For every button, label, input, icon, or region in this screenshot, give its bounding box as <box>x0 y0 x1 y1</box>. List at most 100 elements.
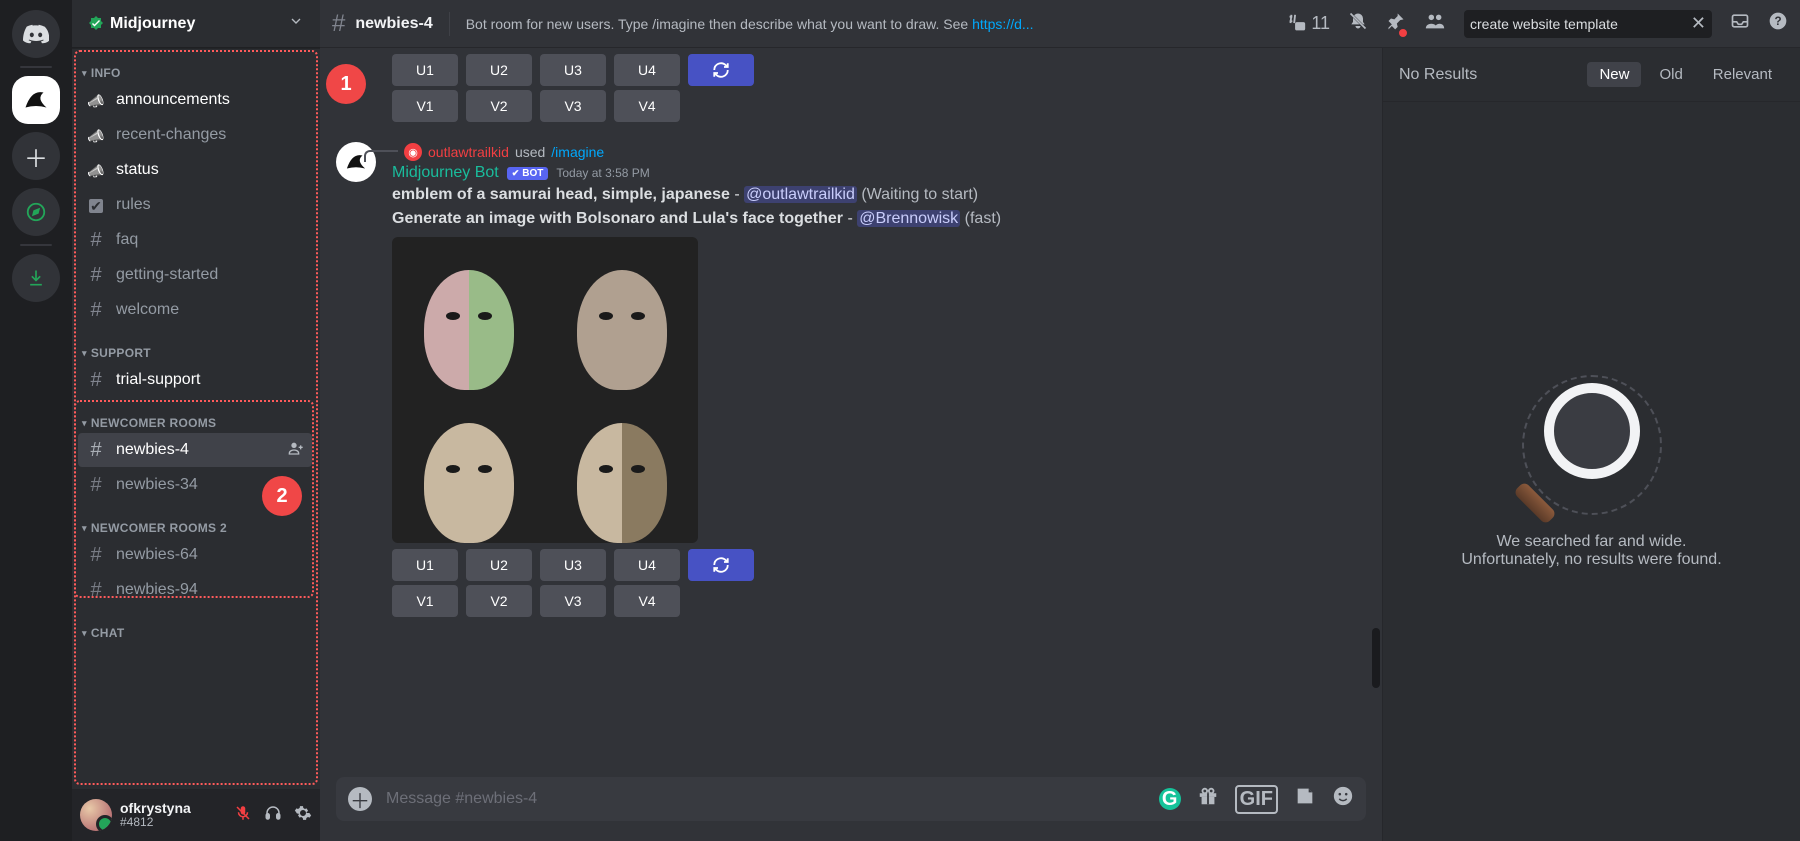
hash-limited-icon <box>86 474 106 497</box>
reroll-button[interactable] <box>688 54 754 86</box>
channel-status[interactable]: status <box>78 153 312 187</box>
server-rail: ＋ <box>0 0 72 841</box>
server-name-label: Midjourney <box>110 15 195 33</box>
channel-getting-started[interactable]: getting-started <box>78 258 312 292</box>
hash-limited-icon <box>86 439 106 462</box>
mute-mic-button[interactable] <box>234 804 252 827</box>
attach-button[interactable]: ＋ <box>348 787 372 811</box>
upscale-u4-button[interactable]: U4 <box>614 54 680 86</box>
clear-search-button[interactable]: ✕ <box>1691 13 1706 34</box>
channel-top-bar: # newbies-4 Bot room for new users. Type… <box>320 0 1800 48</box>
hash-icon <box>86 264 106 287</box>
channel-topic[interactable]: Bot room for new users. Type /imagine th… <box>466 16 1276 32</box>
upscale-u1-button[interactable]: U1 <box>392 549 458 581</box>
generated-image-grid[interactable] <box>392 237 698 543</box>
channel-newbies-4[interactable]: newbies-4 <box>78 433 312 467</box>
variation-v2-button[interactable]: V2 <box>466 90 532 122</box>
channel-recent-changes[interactable]: recent-changes <box>78 118 312 152</box>
server-header-button[interactable]: Midjourney <box>72 0 320 48</box>
megaphone-icon <box>86 89 106 112</box>
category-support[interactable]: ▾SUPPORT <box>74 328 316 362</box>
add-server-button[interactable]: ＋ <box>12 132 60 180</box>
discord-home-button[interactable] <box>12 10 60 58</box>
variation-v4-button[interactable]: V4 <box>614 585 680 617</box>
channel-newbies-94[interactable]: newbies-94 <box>78 573 312 607</box>
variation-v3-button[interactable]: V3 <box>540 585 606 617</box>
mention-user[interactable]: @Brennowisk <box>857 210 960 227</box>
self-avatar[interactable] <box>80 799 112 831</box>
search-tab-new[interactable]: New <box>1587 62 1641 87</box>
hash-icon <box>86 229 106 252</box>
channel-trial-support[interactable]: trial-support <box>78 363 312 397</box>
category-newcomer-rooms[interactable]: ▾NEWCOMER ROOMS <box>74 398 316 432</box>
channel-announcements[interactable]: announcements <box>78 83 312 117</box>
channel-title: newbies-4 <box>355 15 432 33</box>
annotation-badge-1: 1 <box>326 64 366 104</box>
search-results-count: No Results <box>1399 66 1577 84</box>
hash-icon <box>86 299 106 322</box>
bot-tag: BOT <box>507 167 549 180</box>
scrollbar-thumb[interactable] <box>1372 628 1380 688</box>
server-midjourney-button[interactable] <box>12 76 60 124</box>
search-input[interactable] <box>1470 16 1691 32</box>
search-input-container: ✕ <box>1464 10 1712 38</box>
explore-servers-button[interactable] <box>12 188 60 236</box>
channel-rules[interactable]: rules <box>78 188 312 222</box>
hash-limited-icon <box>86 579 106 602</box>
create-invite-icon[interactable] <box>288 440 304 461</box>
upscale-u2-button[interactable]: U2 <box>466 54 532 86</box>
upscale-u2-button[interactable]: U2 <box>466 549 532 581</box>
variation-v1-button[interactable]: V1 <box>392 90 458 122</box>
category-info[interactable]: ▾INFO <box>74 48 316 82</box>
upscale-u3-button[interactable]: U3 <box>540 54 606 86</box>
upscale-u4-button[interactable]: U4 <box>614 549 680 581</box>
sticker-button[interactable] <box>1294 785 1316 813</box>
hash-icon <box>86 369 106 392</box>
help-button[interactable]: ? <box>1768 11 1788 36</box>
message-input[interactable] <box>386 790 1145 808</box>
variation-v2-button[interactable]: V2 <box>466 585 532 617</box>
upscale-u1-button[interactable]: U1 <box>392 54 458 86</box>
reroll-button[interactable] <box>688 549 754 581</box>
gift-button[interactable] <box>1197 785 1219 813</box>
svg-text:?: ? <box>1774 15 1781 28</box>
reply-reference[interactable]: ◉ outlawtrailkid used /imagine <box>364 142 1366 162</box>
gif-button[interactable]: GIF <box>1235 785 1278 814</box>
mention-user[interactable]: @outlawtrailkid <box>744 186 857 203</box>
self-tag: #4812 <box>120 816 226 829</box>
upscale-u3-button[interactable]: U3 <box>540 549 606 581</box>
channel-welcome[interactable]: welcome <box>78 293 312 327</box>
search-tab-relevant[interactable]: Relevant <box>1701 62 1784 87</box>
empty-text-2: Unfortunately, no results were found. <box>1461 551 1721 569</box>
download-apps-button[interactable] <box>12 254 60 302</box>
channel-newbies-64[interactable]: newbies-64 <box>78 538 312 572</box>
message-line-2: Generate an image with Bolsonaro and Lul… <box>392 208 1366 230</box>
rules-icon <box>86 194 106 217</box>
hash-icon: # <box>332 10 345 38</box>
pinned-messages-button[interactable] <box>1386 11 1406 36</box>
author-name[interactable]: Midjourney Bot <box>392 164 499 182</box>
search-tab-old[interactable]: Old <box>1647 62 1694 87</box>
variation-v3-button[interactable]: V3 <box>540 90 606 122</box>
deafen-button[interactable] <box>264 804 282 827</box>
threads-button[interactable]: 11 <box>1285 13 1330 35</box>
variation-v4-button[interactable]: V4 <box>614 90 680 122</box>
message-line-1: emblem of a samurai head, simple, japane… <box>392 184 1366 206</box>
channel-faq[interactable]: faq <box>78 223 312 257</box>
topic-link[interactable]: https://d... <box>972 16 1033 32</box>
variation-v1-button[interactable]: V1 <box>392 585 458 617</box>
emoji-button[interactable] <box>1332 785 1354 813</box>
chevron-down-icon <box>288 13 304 34</box>
magnifier-icon <box>1522 375 1662 515</box>
inbox-button[interactable] <box>1730 11 1750 36</box>
category-chat[interactable]: ▾CHAT <box>74 608 316 642</box>
reply-username: outlawtrailkid <box>428 144 509 160</box>
message-area: 1 U1 U2 U3 U4 V1 V2 V3 <box>320 48 1382 841</box>
user-settings-button[interactable] <box>294 804 312 827</box>
hash-limited-icon <box>86 544 106 567</box>
empty-text-1: We searched far and wide. <box>1461 533 1721 551</box>
member-list-button[interactable] <box>1424 10 1446 37</box>
notifications-button[interactable] <box>1348 11 1368 36</box>
channel-sidebar: Midjourney ▾INFO announcements recent-ch… <box>72 0 320 841</box>
grammarly-icon[interactable]: G <box>1159 788 1181 810</box>
